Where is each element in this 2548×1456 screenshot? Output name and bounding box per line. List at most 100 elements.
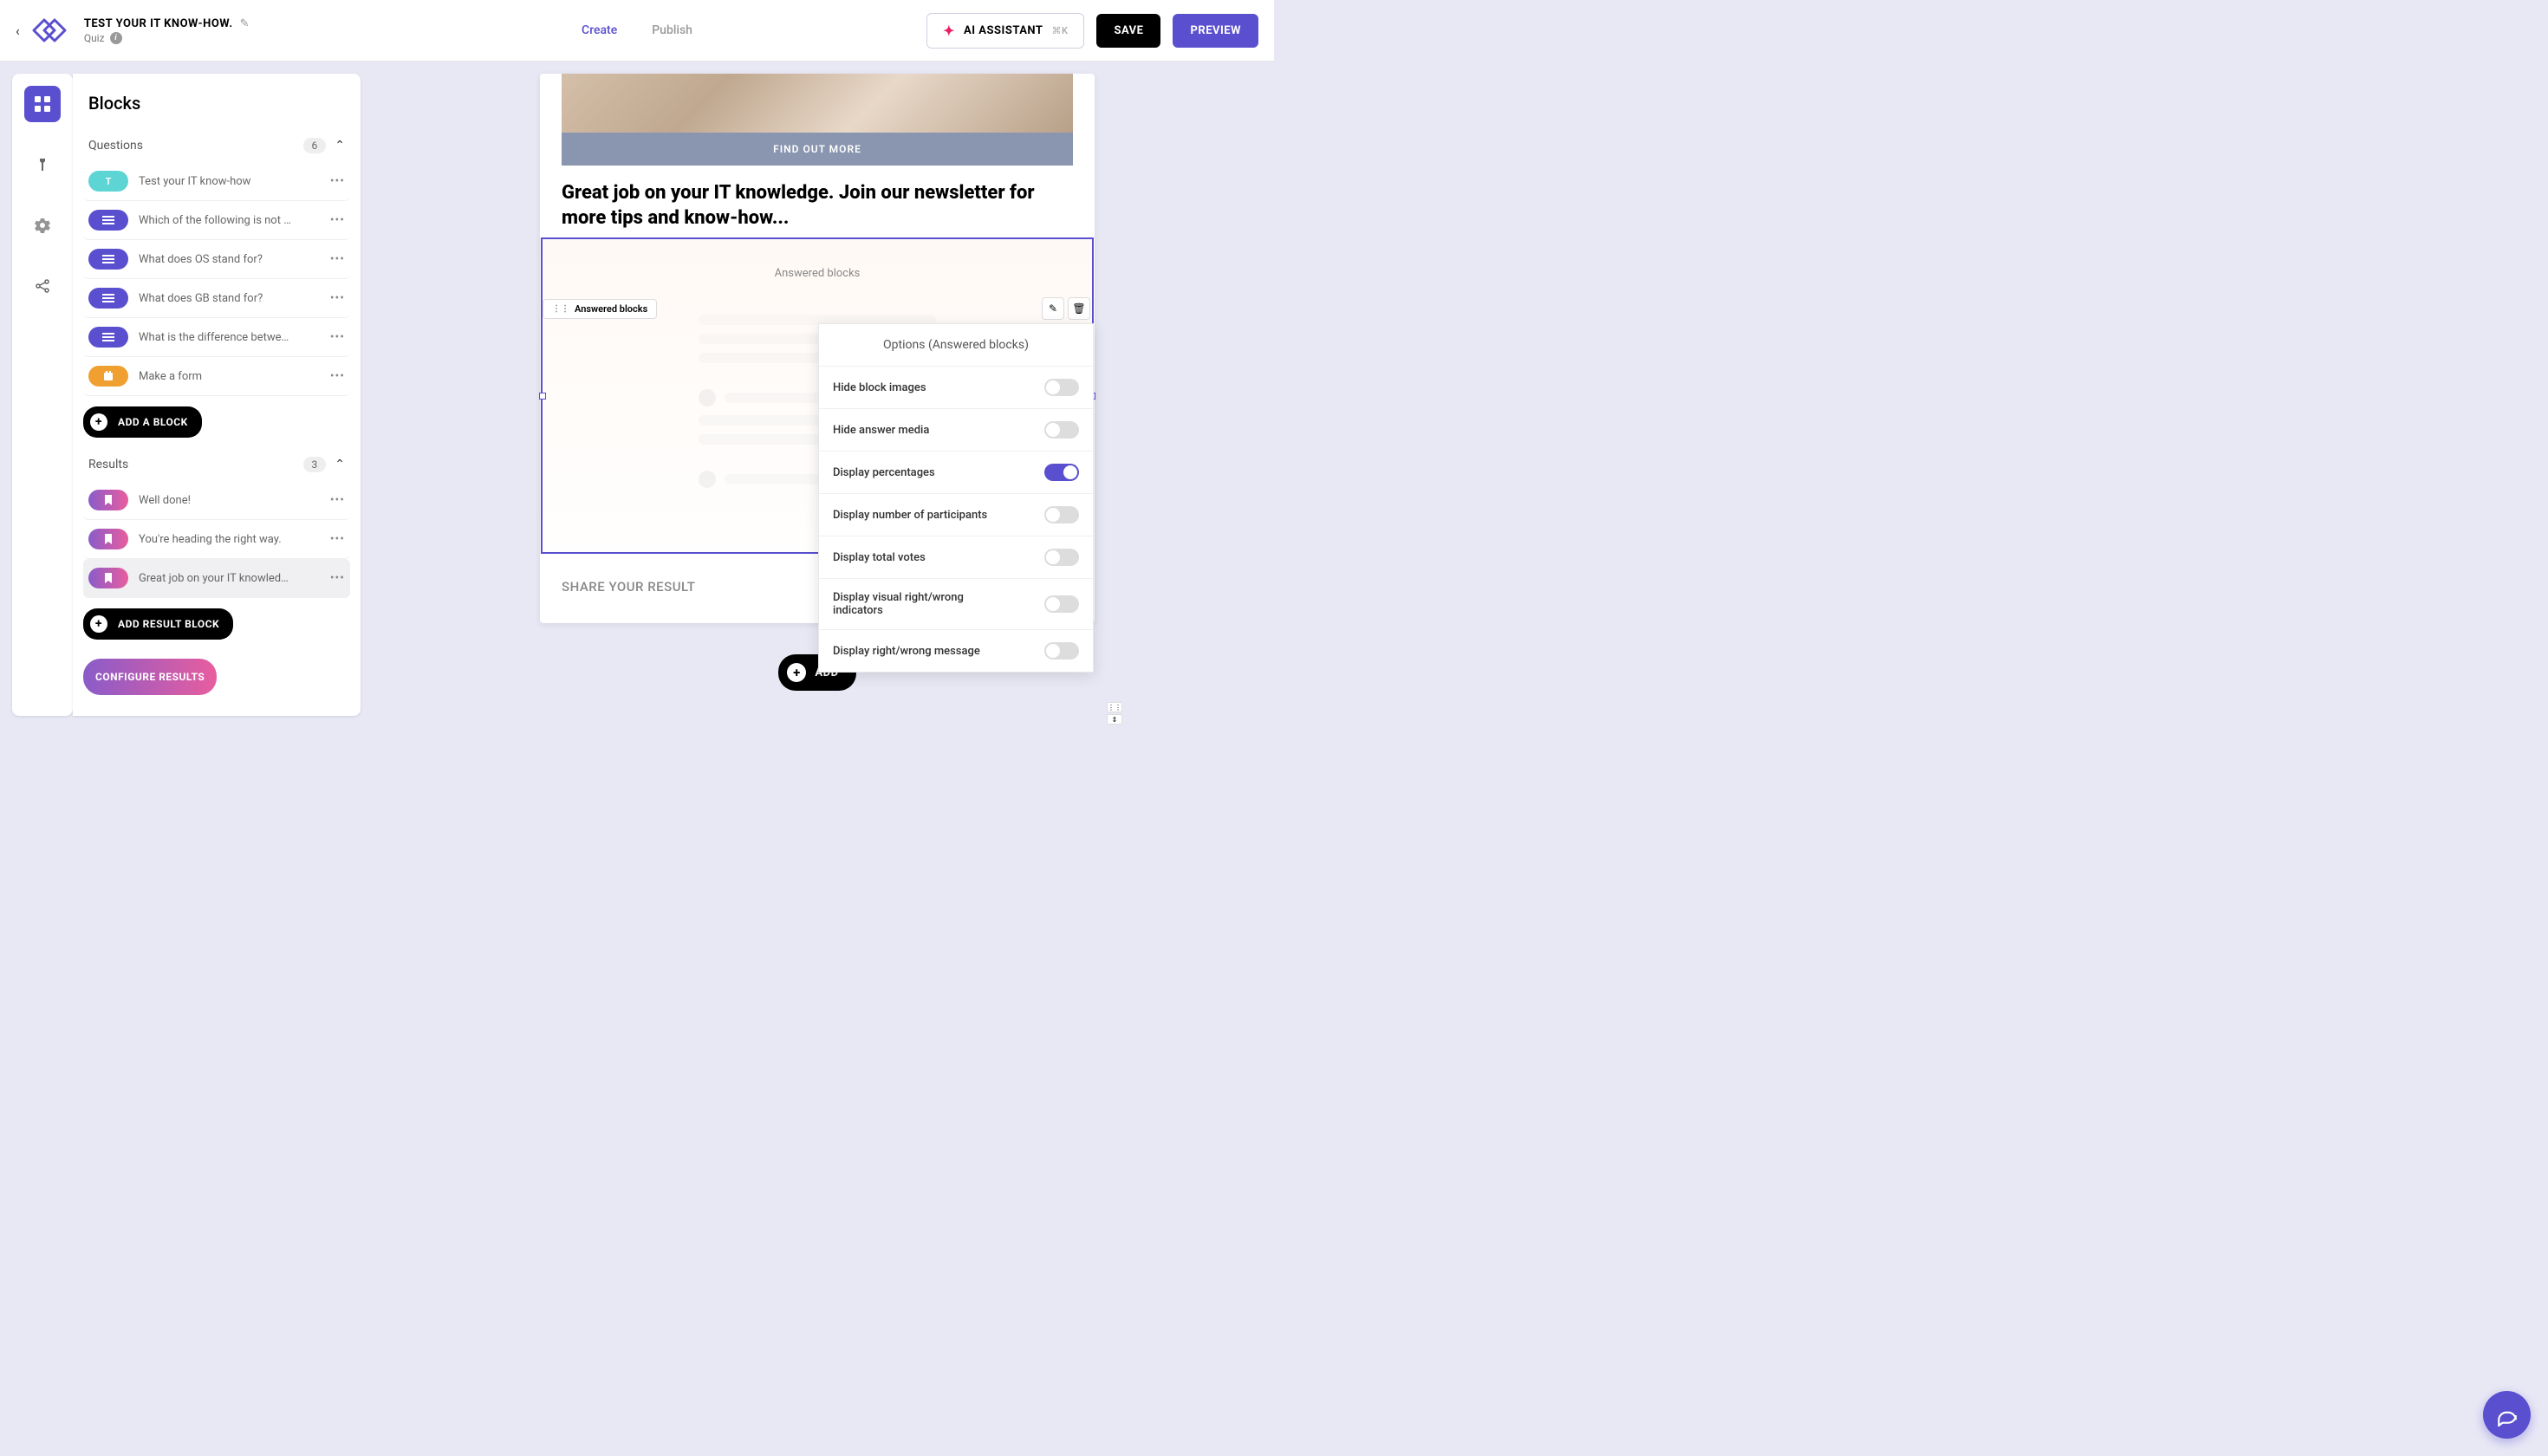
question-item[interactable]: Which of the following is not … ••• <box>83 201 350 240</box>
add-result-label: ADD RESULT BLOCK <box>118 618 219 630</box>
plus-icon: + <box>787 663 806 682</box>
move-handle[interactable]: ⋮⋮ <box>1107 702 1122 712</box>
tab-create[interactable]: Create <box>582 23 617 37</box>
block-label: Which of the following is not … <box>139 214 320 227</box>
rail-design[interactable] <box>24 146 61 183</box>
option-label: Display percentages <box>833 466 935 479</box>
chat-fab[interactable] <box>2483 1391 2531 1439</box>
page-subtitle: Quiz <box>84 32 105 44</box>
delete-section-button[interactable]: 🗑 <box>1068 297 1090 320</box>
toggle-right-wrong-message[interactable] <box>1044 642 1079 660</box>
questions-count: 6 <box>303 138 327 153</box>
edit-section-button[interactable]: ✎ <box>1042 297 1064 320</box>
tab-publish[interactable]: Publish <box>652 23 692 37</box>
resize-handle[interactable]: ⇕ <box>1107 714 1122 725</box>
block-type-icon: T <box>88 171 128 192</box>
results-list: Well done! ••• You're heading the right … <box>73 481 361 598</box>
option-row: Hide answer media <box>819 409 1093 452</box>
more-icon[interactable]: ••• <box>330 174 345 188</box>
configure-results-button[interactable]: CONFIGURE RESULTS <box>83 659 217 695</box>
more-icon[interactable]: ••• <box>330 369 345 383</box>
save-button[interactable]: SAVE <box>1096 14 1160 48</box>
edit-title-icon[interactable]: ✎ <box>240 17 250 30</box>
block-label: What does OS stand for? <box>139 253 320 266</box>
block-label: What does GB stand for? <box>139 292 320 305</box>
hero-image <box>562 74 1073 133</box>
app-logo[interactable] <box>27 14 70 47</box>
question-item[interactable]: What does OS stand for? ••• <box>83 240 350 279</box>
results-section-header[interactable]: Results 3 ⌃ <box>73 448 361 481</box>
blocks-sidebar: Blocks Questions 6 ⌃ T Test your IT know… <box>73 74 361 716</box>
more-icon[interactable]: ••• <box>330 532 345 546</box>
result-item[interactable]: You're heading the right way. ••• <box>83 520 350 559</box>
rail-share[interactable] <box>24 268 61 304</box>
result-item[interactable]: Well done! ••• <box>83 481 350 520</box>
answered-blocks-tag[interactable]: ⋮⋮ Answered blocks <box>543 299 657 319</box>
option-row: Hide block images <box>819 367 1093 409</box>
page-title: TEST YOUR IT KNOW-HOW. <box>84 17 233 30</box>
title-block: TEST YOUR IT KNOW-HOW. ✎ Quiz i <box>84 17 250 44</box>
block-label: Test your IT know-how <box>139 175 320 188</box>
add-block-label: ADD A BLOCK <box>118 416 188 428</box>
question-item[interactable]: T Test your IT know-how ••• <box>83 162 350 201</box>
block-label: What is the difference betwe… <box>139 331 320 344</box>
info-icon[interactable]: i <box>110 32 122 44</box>
toggle-visual-indicators[interactable] <box>1044 595 1079 613</box>
more-icon[interactable]: ••• <box>330 291 345 305</box>
add-block-button[interactable]: + ADD A BLOCK <box>83 406 202 438</box>
sidebar-title: Blocks <box>73 74 361 129</box>
toggle-display-percentages[interactable] <box>1044 464 1079 481</box>
option-row: Display visual right/wrong indicators <box>819 579 1093 630</box>
options-title: Options (Answered blocks) <box>819 324 1093 367</box>
canvas: FIND OUT MORE Great job on your IT knowl… <box>361 62 1274 728</box>
questions-label: Questions <box>88 139 303 153</box>
drag-handle-icon[interactable]: ⋮⋮ <box>552 304 569 314</box>
option-row: Display total votes <box>819 536 1093 579</box>
ai-assistant-label: AI ASSISTANT <box>964 24 1043 37</box>
toggle-hide-answer-media[interactable] <box>1044 421 1079 439</box>
option-row: Display right/wrong message <box>819 630 1093 672</box>
questions-section-header[interactable]: Questions 6 ⌃ <box>73 129 361 162</box>
option-label: Hide answer media <box>833 424 929 437</box>
rail-blocks[interactable] <box>24 86 61 122</box>
toggle-hide-block-images[interactable] <box>1044 379 1079 396</box>
answered-area-label: Answered blocks <box>543 239 1092 280</box>
options-panel: Options (Answered blocks) Hide block ima… <box>818 323 1094 673</box>
result-item[interactable]: Great job on your IT knowled… ••• <box>83 559 350 598</box>
block-type-icon <box>88 529 128 549</box>
chevron-up-icon: ⌃ <box>335 458 345 471</box>
more-icon[interactable]: ••• <box>330 493 345 507</box>
block-type-icon <box>88 490 128 510</box>
more-icon[interactable]: ••• <box>330 213 345 227</box>
sparkle-icon: ✦ <box>943 23 955 39</box>
question-item[interactable]: What is the difference betwe… ••• <box>83 318 350 357</box>
question-item[interactable]: Make a form ••• <box>83 357 350 396</box>
block-label: Make a form <box>139 370 320 383</box>
more-icon[interactable]: ••• <box>330 571 345 585</box>
ai-shortcut: ⌘K <box>1051 25 1068 36</box>
results-count: 3 <box>303 457 327 472</box>
header: ‹ TEST YOUR IT KNOW-HOW. ✎ Quiz i Create… <box>0 0 1274 62</box>
preview-button[interactable]: PREVIEW <box>1173 14 1258 48</box>
plus-icon: + <box>90 615 107 633</box>
block-label: You're heading the right way. <box>139 533 320 546</box>
option-label: Display number of participants <box>833 509 987 522</box>
toggle-display-participants[interactable] <box>1044 506 1079 523</box>
toggle-display-total-votes[interactable] <box>1044 549 1079 566</box>
more-icon[interactable]: ••• <box>330 330 345 344</box>
find-out-button[interactable]: FIND OUT MORE <box>562 133 1073 166</box>
result-headline[interactable]: Great job on your IT knowledge. Join our… <box>540 166 1095 237</box>
ai-assistant-button[interactable]: ✦ AI ASSISTANT ⌘K <box>926 13 1084 49</box>
block-label: Well done! <box>139 494 320 507</box>
block-type-icon <box>88 327 128 348</box>
more-icon[interactable]: ••• <box>330 252 345 266</box>
question-item[interactable]: What does GB stand for? ••• <box>83 279 350 318</box>
option-label: Hide block images <box>833 381 926 394</box>
block-type-icon <box>88 210 128 231</box>
plus-icon: + <box>90 413 107 431</box>
rail-settings[interactable] <box>24 207 61 244</box>
block-type-icon <box>88 249 128 270</box>
back-button[interactable]: ‹ <box>16 23 20 39</box>
add-result-button[interactable]: + ADD RESULT BLOCK <box>83 608 233 640</box>
option-label: Display visual right/wrong indicators <box>833 591 1006 617</box>
